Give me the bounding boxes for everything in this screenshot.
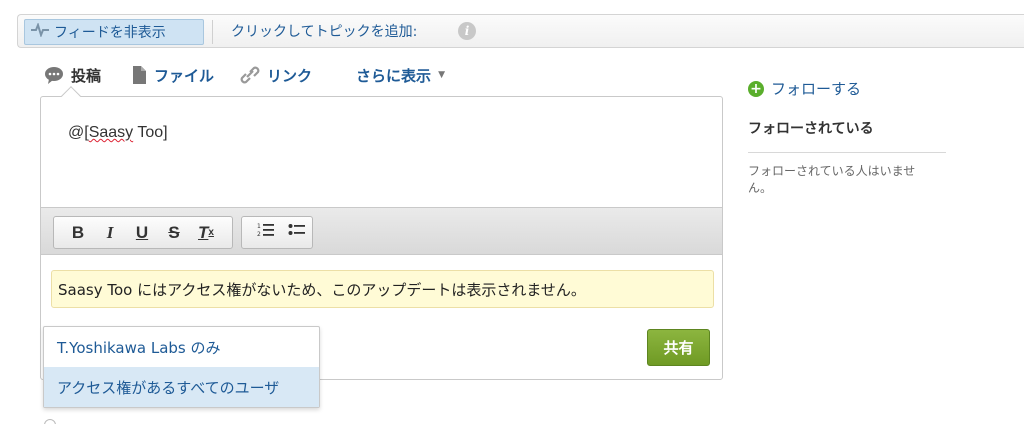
hide-feed-label: フィードを非表示	[54, 25, 166, 41]
more-tabs-label: さらに表示	[356, 66, 432, 85]
speech-bubble-icon	[44, 66, 64, 84]
remove-format-icon: x	[208, 227, 214, 238]
document-icon	[131, 66, 147, 84]
partial-circle-icon	[44, 419, 56, 424]
topbar-divider	[212, 20, 213, 44]
feed-icon	[31, 21, 49, 41]
more-tabs-dropdown[interactable]: さらに表示 ▼	[356, 65, 445, 86]
tab-link-label: リンク	[267, 66, 313, 85]
bulleted-list-icon	[288, 222, 306, 243]
formatting-toolbar: B I U S Tx 1 2	[41, 207, 722, 255]
link-icon	[240, 66, 260, 84]
italic-button[interactable]: I	[94, 219, 126, 247]
list-group: 1 2	[241, 216, 313, 249]
text-style-group: B I U S Tx	[53, 216, 233, 249]
numbered-list-button[interactable]: 1 2	[250, 219, 281, 247]
svg-text:1: 1	[257, 223, 261, 230]
plus-icon: +	[748, 80, 764, 97]
followers-divider	[748, 152, 946, 153]
tab-link[interactable]: リンク	[240, 65, 312, 86]
no-followers-text: フォローされている人はいません。	[748, 164, 916, 195]
visibility-option-company-only[interactable]: T.Yoshikawa Labs のみ	[44, 327, 319, 367]
mention-name: Saasy	[88, 124, 134, 141]
tab-file-label: ファイル	[154, 66, 215, 85]
info-icon[interactable]: i	[458, 22, 476, 40]
bulleted-list-button[interactable]	[281, 219, 312, 247]
remove-format-button[interactable]: Tx	[190, 219, 222, 247]
underline-button[interactable]: U	[126, 219, 158, 247]
bold-button[interactable]: B	[62, 219, 94, 247]
follow-button[interactable]: + フォローする	[748, 78, 861, 99]
post-text-editor[interactable]: @[Saasy Too]	[41, 97, 722, 207]
feed-topbar: フィードを非表示 クリックしてトピックを追加: i	[17, 14, 1024, 48]
svg-text:2: 2	[257, 231, 261, 238]
numbered-list-icon: 1 2	[257, 222, 275, 243]
caret-down-icon: ▼	[438, 70, 445, 80]
mention-suffix: Too]	[133, 124, 168, 141]
visibility-dropdown-menu: T.Yoshikawa Labs のみ アクセス権があるすべてのユーザ	[43, 326, 320, 408]
access-warning-notice: Saasy Too にはアクセス権がないため、このアップデートは表示されません。	[51, 270, 714, 308]
visibility-option-all-users[interactable]: アクセス権があるすべてのユーザ	[44, 367, 319, 407]
tab-post[interactable]: 投稿	[44, 65, 101, 86]
remove-format-label: T	[198, 222, 209, 242]
follow-label: フォローする	[771, 80, 862, 98]
tab-post-label: 投稿	[71, 66, 102, 85]
publisher-tabs: 投稿 ファイル リンク さらに表示 ▼	[44, 62, 445, 88]
share-button[interactable]: 共有	[647, 329, 710, 366]
mention-prefix: @[	[68, 124, 89, 141]
hide-feed-button[interactable]: フィードを非表示	[24, 19, 204, 45]
followers-heading: フォローされている	[748, 121, 874, 137]
strikethrough-button[interactable]: S	[158, 219, 190, 247]
tab-file[interactable]: ファイル	[131, 65, 214, 86]
add-topic-link[interactable]: クリックしてトピックを追加:	[231, 15, 417, 47]
